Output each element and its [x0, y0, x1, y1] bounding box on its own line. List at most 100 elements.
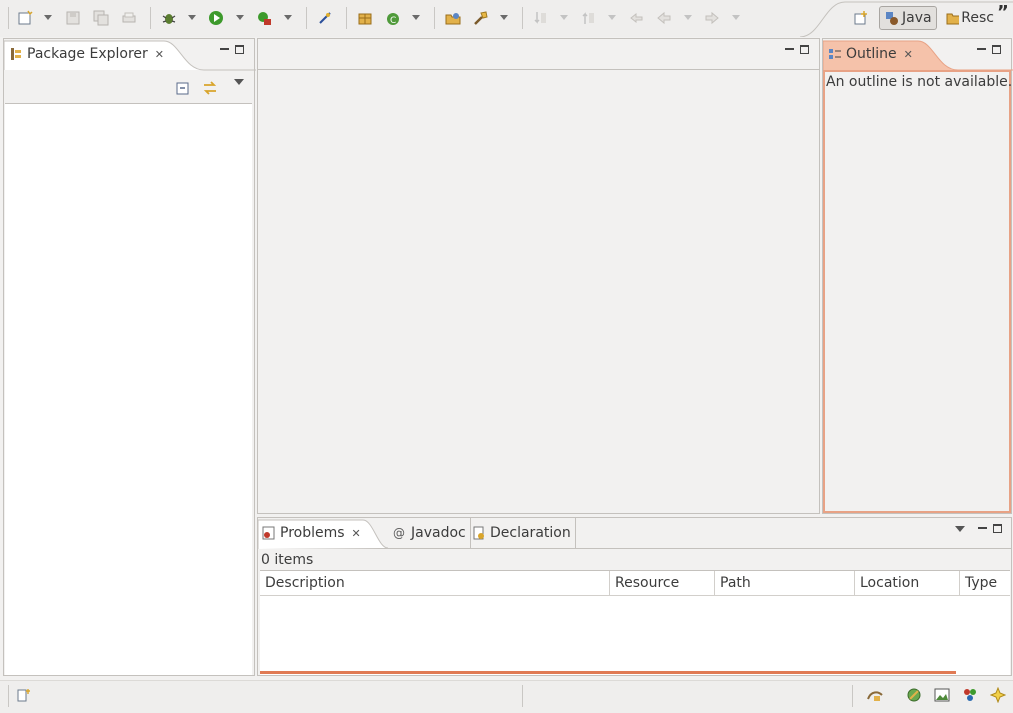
package-tree[interactable]: [5, 103, 252, 675]
collapse-all-icon[interactable]: [176, 81, 190, 99]
view-controls: [220, 45, 244, 54]
package-explorer-title: Package Explorer: [27, 46, 148, 62]
next-annotation-dropdown-icon: [560, 15, 568, 20]
package-explorer-tabbar: Package Explorer ✕: [4, 39, 256, 71]
fast-view-icon[interactable]: [16, 687, 32, 707]
problems-tab-label: Problems: [280, 525, 345, 541]
new-java-package-icon[interactable]: [356, 9, 374, 27]
new-wizard-icon[interactable]: [16, 9, 34, 27]
save-icon[interactable]: [64, 9, 82, 27]
tab-javadoc[interactable]: @ Javadoc: [393, 518, 471, 548]
run-dropdown-icon[interactable]: [236, 15, 244, 20]
status-separator: [8, 685, 9, 707]
close-icon[interactable]: ✕: [352, 528, 361, 539]
outline-message: An outline is not available.: [826, 74, 1013, 90]
editor-area: [257, 38, 820, 514]
outline-content: An outline is not available.: [823, 70, 1013, 513]
resource-perspective-button[interactable]: Resc: [944, 6, 994, 30]
tab-declaration[interactable]: Declaration: [472, 518, 576, 548]
image-view-icon[interactable]: [934, 687, 950, 707]
close-icon[interactable]: ✕: [904, 49, 913, 60]
problems-icon: [262, 526, 275, 540]
column-header-type[interactable]: Type: [960, 571, 1010, 595]
search-icon[interactable]: [472, 9, 490, 27]
column-header-resource[interactable]: Resource: [610, 571, 715, 595]
toolbar-separator: [8, 7, 9, 29]
bottom-tabbar: Problems ✕ @ Javadoc Declaration: [258, 518, 1011, 549]
column-header-location[interactable]: Location: [855, 571, 960, 595]
team-sync-icon[interactable]: [962, 687, 978, 707]
minimize-icon[interactable]: [220, 45, 229, 54]
forward-icon: [703, 9, 721, 27]
debug-dropdown-icon[interactable]: [188, 15, 196, 20]
search-dropdown-icon[interactable]: [500, 15, 508, 20]
outline-controls: [977, 45, 1001, 54]
previous-annotation-dropdown-icon: [608, 15, 616, 20]
run-icon[interactable]: [207, 9, 225, 27]
column-header-description[interactable]: Description: [260, 571, 610, 595]
close-icon[interactable]: ✕: [155, 49, 164, 60]
new-java-class-icon[interactable]: C: [384, 9, 402, 27]
status-separator: [852, 685, 853, 707]
web-browser-icon[interactable]: [906, 687, 922, 707]
maximize-icon[interactable]: [993, 524, 1002, 533]
declaration-icon: [473, 526, 484, 540]
toolbar-separator: [150, 7, 151, 29]
print-icon[interactable]: [120, 9, 138, 27]
minimize-icon[interactable]: [785, 45, 794, 54]
view-menu-icon[interactable]: [234, 79, 244, 85]
back-icon: [655, 9, 673, 27]
problems-table[interactable]: Description Resource Path Location Type: [260, 570, 1010, 675]
javadoc-tab-label: Javadoc: [411, 525, 466, 541]
new-feature-icon[interactable]: [989, 686, 1007, 707]
svg-text:C: C: [390, 16, 396, 26]
back-dropdown-icon: [684, 15, 692, 20]
link-with-editor-icon[interactable]: [202, 80, 218, 100]
save-all-icon[interactable]: [92, 9, 110, 27]
view-menu-icon[interactable]: [955, 526, 965, 532]
debug-icon[interactable]: [160, 9, 178, 27]
items-count: 0 items: [261, 552, 314, 568]
status-separator: [522, 685, 523, 707]
tab-outline[interactable]: Outline ✕: [828, 39, 913, 69]
java-perspective-icon: [886, 12, 898, 25]
maximize-icon[interactable]: [235, 45, 244, 54]
toolbar-separator: [346, 7, 347, 29]
javadoc-icon: @: [393, 526, 405, 540]
package-explorer-view: Package Explorer ✕: [3, 38, 256, 676]
problems-controls: [978, 524, 1002, 533]
tab-package-explorer[interactable]: Package Explorer ✕: [9, 39, 164, 69]
tab-problems[interactable]: Problems ✕: [262, 518, 361, 548]
toggle-mark-occurrences-icon[interactable]: [316, 9, 334, 27]
forward-dropdown-icon: [732, 15, 740, 20]
java-perspective-button[interactable]: Java: [879, 6, 937, 30]
last-edit-location-icon: [627, 9, 645, 27]
open-type-icon[interactable]: [444, 9, 462, 27]
status-bar: [0, 680, 1013, 713]
next-annotation-icon: [531, 9, 549, 27]
java-perspective-label: Java: [902, 10, 932, 26]
resource-perspective-label: Resc: [961, 10, 994, 26]
maximize-icon[interactable]: [992, 45, 1001, 54]
toolbar-separator: [434, 7, 435, 29]
editor-tabbar: [258, 39, 819, 70]
minimize-icon[interactable]: [978, 524, 987, 533]
declaration-tab-label: Declaration: [490, 525, 571, 541]
open-perspective-icon[interactable]: [852, 9, 870, 27]
maximize-icon[interactable]: [800, 45, 809, 54]
outline-tabbar: Outline ✕: [823, 39, 1013, 71]
external-tools-dropdown-icon[interactable]: [284, 15, 292, 20]
more-perspectives-button[interactable]: ”: [997, 2, 1009, 23]
trim-minimized-icon[interactable]: [866, 687, 884, 707]
outline-icon: [829, 49, 841, 59]
new-dropdown-icon[interactable]: [44, 15, 52, 20]
progress-indicator: [260, 671, 956, 674]
column-header-path[interactable]: Path: [715, 571, 855, 595]
resource-perspective-icon: [946, 13, 960, 25]
outline-title: Outline: [846, 46, 897, 62]
minimize-icon[interactable]: [977, 45, 986, 54]
external-tools-icon[interactable]: [255, 9, 273, 27]
toolbar-separator: [522, 7, 523, 29]
new-class-dropdown-icon[interactable]: [412, 15, 420, 20]
main-toolbar: C Java Resc ”: [0, 0, 1013, 37]
